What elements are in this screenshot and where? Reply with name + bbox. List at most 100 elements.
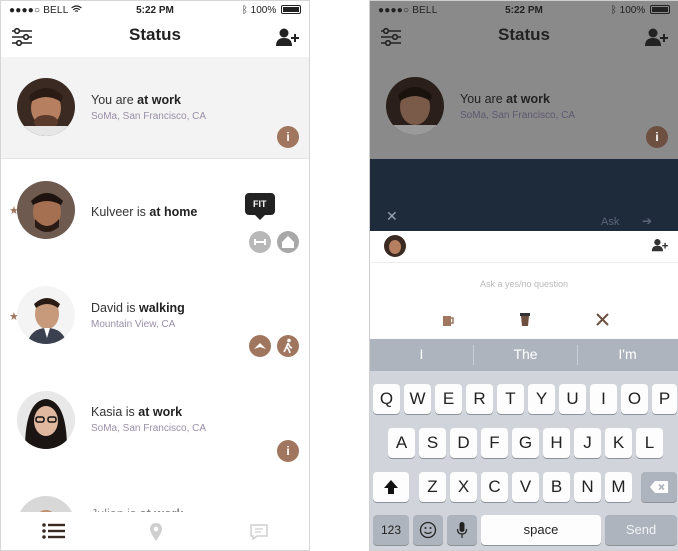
key-d[interactable]: D bbox=[450, 428, 477, 458]
fitness-icon[interactable] bbox=[249, 231, 271, 253]
status-verb: are bbox=[115, 93, 134, 107]
key-v[interactable]: V bbox=[512, 472, 539, 502]
restaurant-icon[interactable] bbox=[595, 312, 610, 332]
list-item-text: You are at work SoMa, San Francisco, CA bbox=[91, 93, 206, 122]
key-i[interactable]: I bbox=[590, 384, 617, 414]
chat-icon[interactable] bbox=[249, 522, 279, 542]
emoji-key[interactable] bbox=[413, 515, 443, 545]
send-arrow-icon[interactable]: ➔ bbox=[642, 214, 652, 228]
battery-icon bbox=[650, 5, 670, 14]
status-bar: ●●●●○ BELL 5:22 PM ᛒ 100% bbox=[370, 1, 678, 21]
beer-icon[interactable] bbox=[441, 313, 455, 332]
key-j[interactable]: J bbox=[574, 428, 601, 458]
key-a[interactable]: A bbox=[388, 428, 415, 458]
person-name: Kasia bbox=[91, 405, 123, 419]
ask-button[interactable]: Ask bbox=[601, 216, 619, 228]
key-n[interactable]: N bbox=[574, 472, 601, 502]
recipient-bar bbox=[370, 231, 678, 263]
key-s[interactable]: S bbox=[419, 428, 446, 458]
compose-area: Ask a yes/no question bbox=[370, 231, 678, 339]
battery-label: 100% bbox=[250, 5, 277, 16]
status-screen: ●●●●○ BELL 5:22 PM ᛒ 100% Status You are… bbox=[0, 0, 310, 551]
key-w[interactable]: W bbox=[404, 384, 431, 414]
status-line: You are at work bbox=[460, 92, 575, 106]
nav-bar: Status bbox=[1, 21, 309, 57]
suggestion-bar: I The I'm bbox=[370, 339, 678, 371]
home-icon[interactable] bbox=[277, 231, 299, 253]
numbers-key[interactable]: 123 bbox=[373, 515, 409, 545]
suggestion-1[interactable]: I bbox=[370, 346, 473, 362]
battery-label: 100% bbox=[619, 5, 646, 16]
shift-key[interactable] bbox=[373, 472, 409, 502]
recipient-avatar bbox=[384, 235, 406, 257]
avatar bbox=[17, 181, 75, 239]
backspace-icon bbox=[650, 481, 668, 493]
suggestion-3[interactable]: I'm bbox=[576, 346, 678, 362]
location-text: Mountain View, CA bbox=[91, 319, 176, 330]
nav-bar: Status bbox=[370, 21, 678, 57]
list-item[interactable]: You are at work SoMa, San Francisco, CA … bbox=[1, 57, 309, 159]
key-f[interactable]: F bbox=[481, 428, 508, 458]
info-button[interactable]: i bbox=[277, 126, 299, 148]
person-name: You bbox=[91, 93, 113, 107]
send-key[interactable]: Send bbox=[605, 515, 677, 545]
key-g[interactable]: G bbox=[512, 428, 539, 458]
space-key[interactable]: space bbox=[481, 515, 601, 545]
close-icon[interactable]: ✕ bbox=[386, 208, 398, 225]
status-value: walking bbox=[138, 301, 185, 315]
list-item-text: Kasia is at work SoMa, San Francisco, CA bbox=[91, 405, 206, 434]
key-h[interactable]: H bbox=[543, 428, 570, 458]
question-input[interactable]: Ask a yes/no question bbox=[370, 279, 678, 289]
dictation-key[interactable] bbox=[447, 515, 477, 545]
key-u[interactable]: U bbox=[559, 384, 586, 414]
fit-tooltip: FIT bbox=[245, 193, 275, 220]
tab-bar bbox=[1, 512, 309, 550]
key-m[interactable]: M bbox=[605, 472, 632, 502]
person-name: Kulveer bbox=[91, 205, 134, 219]
battery-icon bbox=[281, 5, 301, 14]
key-l[interactable]: L bbox=[636, 428, 663, 458]
question-panel: ✕ Ask ➔ bbox=[370, 159, 678, 231]
add-recipient-icon[interactable] bbox=[651, 238, 668, 257]
add-person-icon[interactable] bbox=[275, 27, 299, 47]
person-name: You bbox=[460, 92, 482, 106]
key-q[interactable]: Q bbox=[373, 384, 400, 414]
bluetooth-icon: ᛒ bbox=[241, 5, 248, 16]
list-tab-icon[interactable] bbox=[41, 522, 71, 542]
avatar bbox=[17, 78, 75, 136]
status-value: at work bbox=[138, 405, 183, 419]
page-title: Status bbox=[498, 25, 550, 44]
suggestion-2[interactable]: The bbox=[474, 346, 577, 362]
meeting-icon[interactable] bbox=[249, 335, 271, 357]
key-k[interactable]: K bbox=[605, 428, 632, 458]
key-p[interactable]: P bbox=[652, 384, 677, 414]
key-b[interactable]: B bbox=[543, 472, 570, 502]
status-line: You are at work bbox=[91, 93, 206, 107]
key-o[interactable]: O bbox=[621, 384, 648, 414]
info-button[interactable]: i bbox=[277, 440, 299, 462]
key-z[interactable]: Z bbox=[419, 472, 446, 502]
location-text: SoMa, San Francisco, CA bbox=[460, 110, 576, 121]
delete-key[interactable] bbox=[641, 472, 677, 502]
coffee-icon[interactable] bbox=[518, 312, 532, 332]
list-item[interactable]: ★ Kulveer is at home FIT bbox=[1, 159, 309, 264]
info-button: i bbox=[646, 126, 668, 148]
list-item[interactable]: Kasia is at work SoMa, San Francisco, CA… bbox=[1, 370, 309, 476]
key-y[interactable]: Y bbox=[528, 384, 555, 414]
walking-icon[interactable] bbox=[277, 335, 299, 357]
key-x[interactable]: X bbox=[450, 472, 477, 502]
microphone-icon bbox=[456, 522, 468, 538]
list-item-text: David is walking Mountain View, CA bbox=[91, 301, 185, 330]
key-e[interactable]: E bbox=[435, 384, 462, 414]
key-r[interactable]: R bbox=[466, 384, 493, 414]
list-item-text: Kulveer is at home bbox=[91, 205, 197, 219]
map-pin-icon[interactable] bbox=[146, 522, 176, 542]
list-item[interactable]: ★ David is walking Mountain View, CA bbox=[1, 264, 309, 370]
key-c[interactable]: C bbox=[481, 472, 508, 502]
key-t[interactable]: T bbox=[497, 384, 524, 414]
location-text: SoMa, San Francisco, CA bbox=[91, 423, 207, 434]
emoji-icon bbox=[419, 521, 437, 539]
avatar bbox=[17, 391, 75, 449]
status-value: at home bbox=[149, 205, 198, 219]
status-verb: is bbox=[125, 405, 135, 419]
